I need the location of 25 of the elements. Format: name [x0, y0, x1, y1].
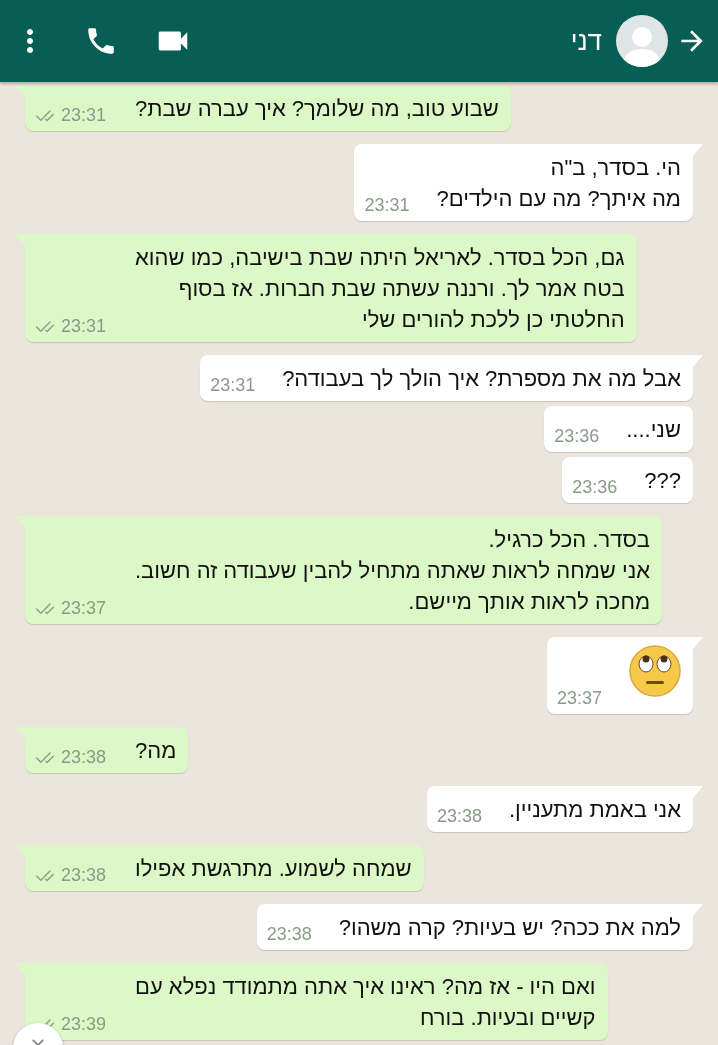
message-time: 23:38 — [61, 865, 107, 886]
message-time: 23:38 — [61, 747, 107, 768]
message-text: מה? — [135, 737, 177, 765]
message-text: אני באמת מתעניין. — [508, 796, 681, 824]
message-time: 23:36 — [572, 477, 618, 498]
message-text: למה את ככה? יש בעיות? קרה משהו? — [338, 914, 681, 942]
message-text: שמחה לשמוע. מתרגשת אפילו — [135, 855, 412, 883]
message-text: גם, הכל בסדר. לאריאל היתה שבת בישיבה, כמו שהוא בטח אמר לך. ורננה עשתה שבת חברות. אז בסוף החלטתי כן ללכת להורים שלי — [135, 244, 625, 334]
message-time: 23:31 — [364, 195, 410, 216]
message-time: 23:36 — [554, 426, 600, 447]
message-time: 23:37 — [557, 688, 603, 709]
message-text: בסדר. הכל כרגיל. אני שמחה לראות שאתה מתחיל להבין שעבודה זה חשוב. מחכה לראות אותך מיישם. — [135, 526, 650, 616]
message-time: 23:31 — [61, 316, 107, 337]
message-text: ואם היו - אז מה? ראינו איך אתה מתמודד נפלא עם קשיים ובעיות. בורח — [135, 973, 596, 1032]
message-time: 23:31 — [61, 105, 107, 126]
message-text: שבוע טוב, מה שלומך? איך עברה שבת? — [135, 95, 499, 123]
message-text: שני.... — [626, 416, 681, 444]
message-time: 23:37 — [61, 598, 107, 619]
message-time: 23:39 — [61, 1014, 107, 1035]
message-time: 23:38 — [266, 924, 312, 945]
message-text: ??? — [644, 467, 681, 495]
message-time: 23:38 — [436, 806, 482, 827]
message-time: 23:31 — [210, 375, 256, 396]
message-text: הי. בסדר, ב"ה מה איתך? מה עם הילדים? — [436, 154, 681, 213]
message-text: אבל מה את מספרת? איך הולך לך בעבודה? — [282, 365, 681, 393]
